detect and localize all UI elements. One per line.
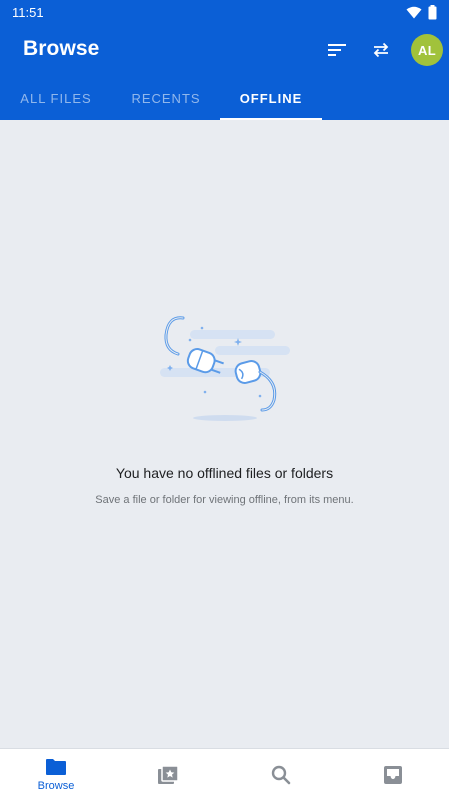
sync-icon [373,42,389,58]
bottom-navigation: Browse [0,748,449,800]
tab-recents[interactable]: RECENTS [112,76,220,120]
nav-starred[interactable] [112,749,224,800]
status-bar: 11:51 [0,0,449,24]
tab-all-files[interactable]: ALL FILES [0,76,112,120]
sort-button[interactable] [323,36,351,64]
battery-icon [428,4,437,19]
empty-state-subtitle: Save a file or folder for viewing offlin… [95,494,354,506]
sort-icon [328,44,346,56]
wifi-icon [406,6,422,18]
app-bar: 11:51 Browse AL ALL FILES RECENTS OFFLIN… [0,0,449,120]
nav-inbox[interactable] [337,749,449,800]
starred-photos-icon [158,765,179,784]
avatar[interactable]: AL [411,34,443,66]
sync-button[interactable] [367,36,395,64]
folder-icon [46,759,66,775]
unplugged-cable-icon [160,316,290,421]
empty-state-title: You have no offlined files or folders [115,465,334,481]
tab-offline[interactable]: OFFLINE [220,76,322,120]
nav-browse-label: Browse [37,780,75,792]
toolbar: Browse AL [0,24,449,76]
empty-state: You have no offlined files or folders Sa… [0,120,449,748]
search-icon [271,765,291,785]
nav-browse[interactable]: Browse [0,749,112,800]
page-title: Browse [23,37,100,60]
tab-bar: ALL FILES RECENTS OFFLINE [0,76,449,120]
status-icons [406,4,437,20]
inbox-icon [384,766,402,784]
nav-search[interactable] [225,749,337,800]
status-time: 11:51 [12,4,44,20]
